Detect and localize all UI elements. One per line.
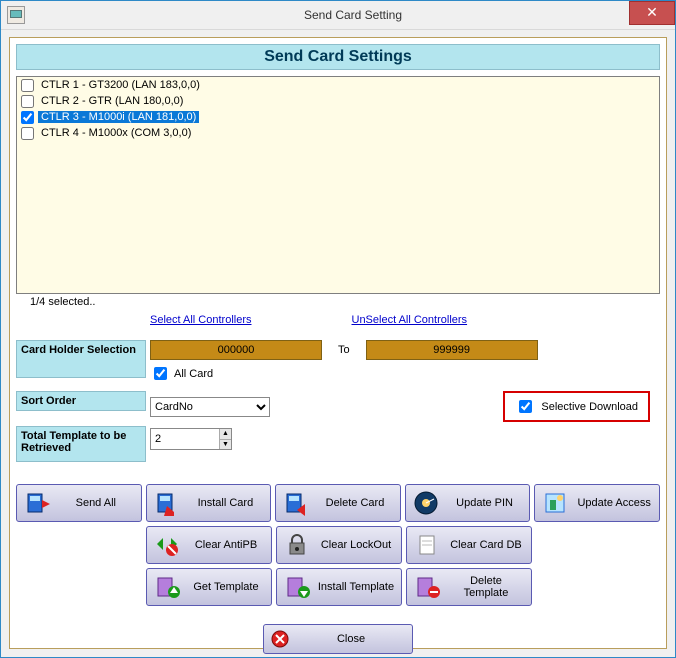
delete-card-icon [282, 489, 310, 517]
controller-checkbox[interactable] [21, 95, 34, 108]
get-template-icon [153, 573, 181, 601]
card-range-to-label: To [332, 344, 356, 356]
window-close-button[interactable]: ✕ [629, 1, 675, 25]
button-row-1: Send All Install Card Delete Card [16, 484, 660, 522]
selection-status: 1/4 selected.. [30, 296, 660, 308]
card-holder-controls: 000000 To 999999 All Card [146, 340, 660, 387]
settings-grid: Card Holder Selection 000000 To 999999 A… [16, 340, 660, 462]
button-area: Send All Install Card Delete Card [16, 484, 660, 606]
get-template-label: Get Template [187, 581, 265, 593]
sort-order-select[interactable]: CardNo [150, 397, 270, 417]
card-range-to[interactable]: 999999 [366, 340, 538, 360]
update-access-icon [541, 489, 569, 517]
delete-card-label: Delete Card [316, 497, 394, 509]
clear-card-db-icon [413, 531, 441, 559]
button-row-2: Clear AntiPB Clear LockOut Clear Card DB [16, 526, 660, 564]
clear-antipb-icon [153, 531, 181, 559]
delete-template-icon [413, 573, 441, 601]
close-label: Close [296, 633, 406, 645]
select-links-row: Select All Controllers UnSelect All Cont… [10, 314, 666, 326]
install-card-button[interactable]: Install Card [146, 484, 272, 522]
controller-checkbox[interactable] [21, 127, 34, 140]
clear-antipb-button[interactable]: Clear AntiPB [146, 526, 272, 564]
get-template-button[interactable]: Get Template [146, 568, 272, 606]
install-card-icon [153, 489, 181, 517]
controller-label: CTLR 4 - M1000x (COM 3,0,0) [38, 127, 194, 139]
card-range-from[interactable]: 000000 [150, 340, 322, 360]
delete-template-label: Delete Template [447, 575, 525, 599]
clear-lockout-button[interactable]: Clear LockOut [276, 526, 402, 564]
app-window: Send Card Setting ✕ Send Card Settings C… [0, 0, 676, 658]
select-all-link[interactable]: Select All Controllers [150, 314, 252, 326]
controller-row[interactable]: CTLR 3 - M1000i (LAN 181,0,0) [17, 109, 659, 125]
all-card-option[interactable]: All Card [146, 360, 660, 387]
send-all-button[interactable]: Send All [16, 484, 142, 522]
title-bar: Send Card Setting ✕ [1, 1, 675, 30]
selective-download-label: Selective Download [541, 401, 638, 413]
update-pin-label: Update PIN [446, 497, 524, 509]
clear-card-db-label: Clear Card DB [447, 539, 525, 551]
controller-label: CTLR 1 - GT3200 (LAN 183,0,0) [38, 79, 203, 91]
controller-checkbox[interactable] [21, 79, 34, 92]
update-access-button[interactable]: Update Access [534, 484, 660, 522]
client-area: Send Card Settings CTLR 1 - GT3200 (LAN … [9, 37, 667, 649]
controller-checkbox[interactable] [21, 111, 34, 124]
button-row-3: Get Template Install Template Delete Tem… [16, 568, 660, 606]
selective-download-checkbox[interactable] [519, 400, 532, 413]
spinner-arrows[interactable]: ▲ ▼ [219, 429, 231, 449]
install-template-label: Install Template [317, 581, 395, 593]
install-template-icon [283, 573, 311, 601]
install-template-button[interactable]: Install Template [276, 568, 402, 606]
sort-order-row: CardNo Selective Download [146, 391, 660, 422]
all-card-checkbox[interactable] [154, 367, 167, 380]
page-title: Send Card Settings [16, 44, 660, 70]
update-access-label: Update Access [575, 497, 653, 509]
total-template-input[interactable] [151, 429, 219, 449]
clear-card-db-button[interactable]: Clear Card DB [406, 526, 532, 564]
delete-card-button[interactable]: Delete Card [275, 484, 401, 522]
clear-lockout-label: Clear LockOut [317, 539, 395, 551]
all-card-label: All Card [174, 368, 213, 380]
spinner-down[interactable]: ▼ [220, 440, 231, 450]
spinner-up[interactable]: ▲ [220, 429, 231, 440]
window-title: Send Card Setting [31, 8, 675, 22]
send-all-icon [23, 489, 51, 517]
clear-lockout-icon [283, 531, 311, 559]
clear-antipb-label: Clear AntiPB [187, 539, 265, 551]
send-all-label: Send All [57, 497, 135, 509]
close-button[interactable]: Close [263, 624, 413, 654]
controller-label: CTLR 2 - GTR (LAN 180,0,0) [38, 95, 186, 107]
close-icon [270, 629, 290, 649]
install-card-label: Install Card [187, 497, 265, 509]
total-template-controls: ▲ ▼ [146, 426, 660, 450]
controller-list[interactable]: CTLR 1 - GT3200 (LAN 183,0,0) CTLR 2 - GT… [16, 76, 660, 294]
update-pin-icon [412, 489, 440, 517]
close-bar: Close [263, 624, 413, 654]
unselect-all-link[interactable]: UnSelect All Controllers [352, 314, 468, 326]
system-icon [7, 6, 25, 24]
selective-download-group[interactable]: Selective Download [503, 391, 650, 422]
update-pin-button[interactable]: Update PIN [405, 484, 531, 522]
card-holder-label: Card Holder Selection [16, 340, 146, 378]
sort-order-label: Sort Order [16, 391, 146, 411]
controller-row[interactable]: CTLR 2 - GTR (LAN 180,0,0) [17, 93, 659, 109]
total-template-label: Total Template to be Retrieved [16, 426, 146, 462]
controller-row[interactable]: CTLR 4 - M1000x (COM 3,0,0) [17, 125, 659, 141]
delete-template-button[interactable]: Delete Template [406, 568, 532, 606]
controller-label: CTLR 3 - M1000i (LAN 181,0,0) [38, 111, 199, 123]
total-template-spinner[interactable]: ▲ ▼ [150, 428, 232, 450]
controller-row[interactable]: CTLR 1 - GT3200 (LAN 183,0,0) [17, 77, 659, 93]
